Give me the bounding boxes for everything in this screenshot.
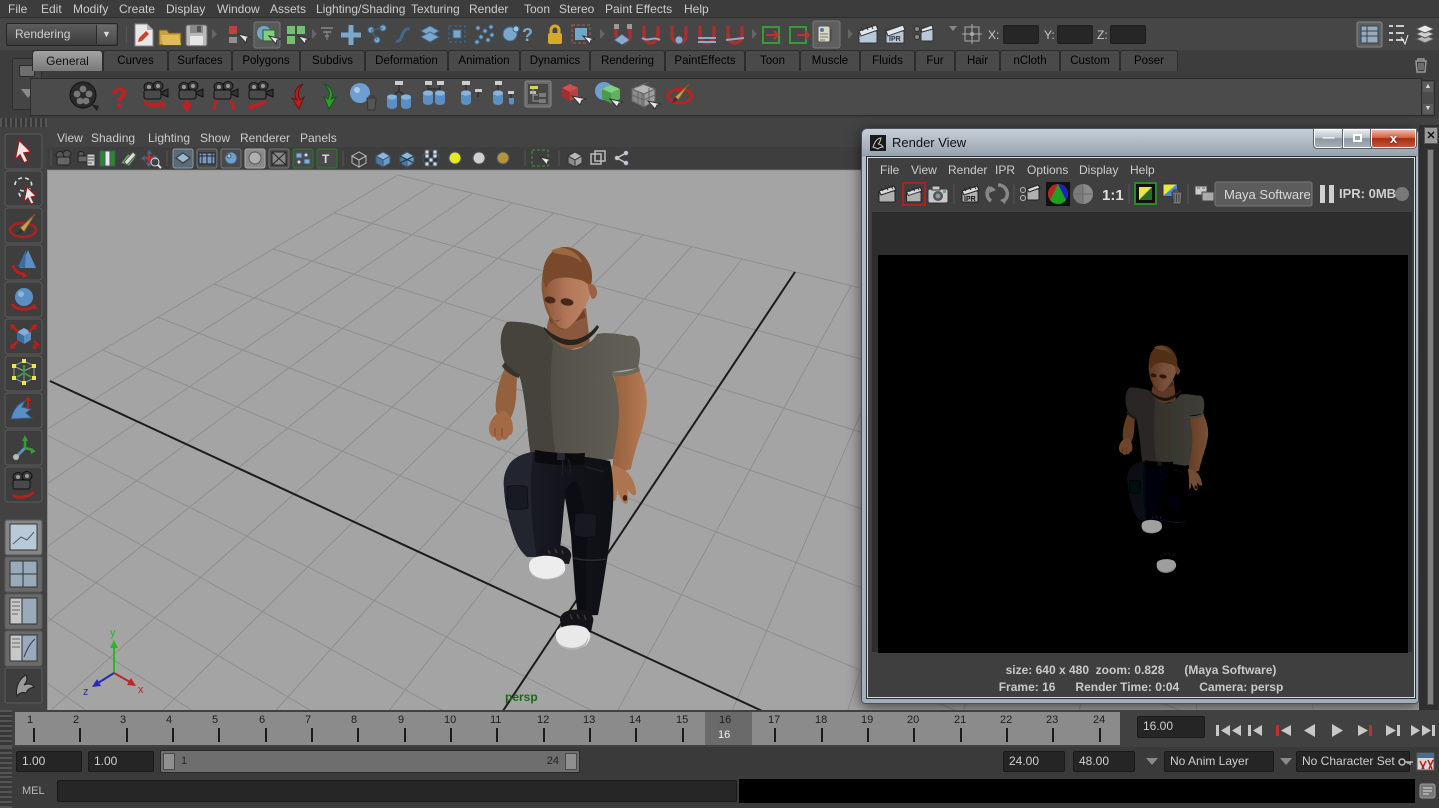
svg-text:1:1: 1:1	[1102, 187, 1124, 204]
svg-text:Maya Software: Maya Software	[1224, 187, 1311, 202]
svg-text:IPR: IPR	[889, 36, 901, 43]
svg-text:x: x	[138, 684, 144, 696]
svg-text:y: y	[110, 627, 116, 639]
svg-text:?: ?	[111, 82, 128, 113]
svg-text:?: ?	[522, 25, 533, 45]
svg-text:IPR: IPR	[964, 196, 976, 203]
svg-text:z: z	[83, 686, 89, 698]
svg-text:persp: persp	[505, 690, 538, 704]
svg-text:T: T	[322, 152, 330, 166]
